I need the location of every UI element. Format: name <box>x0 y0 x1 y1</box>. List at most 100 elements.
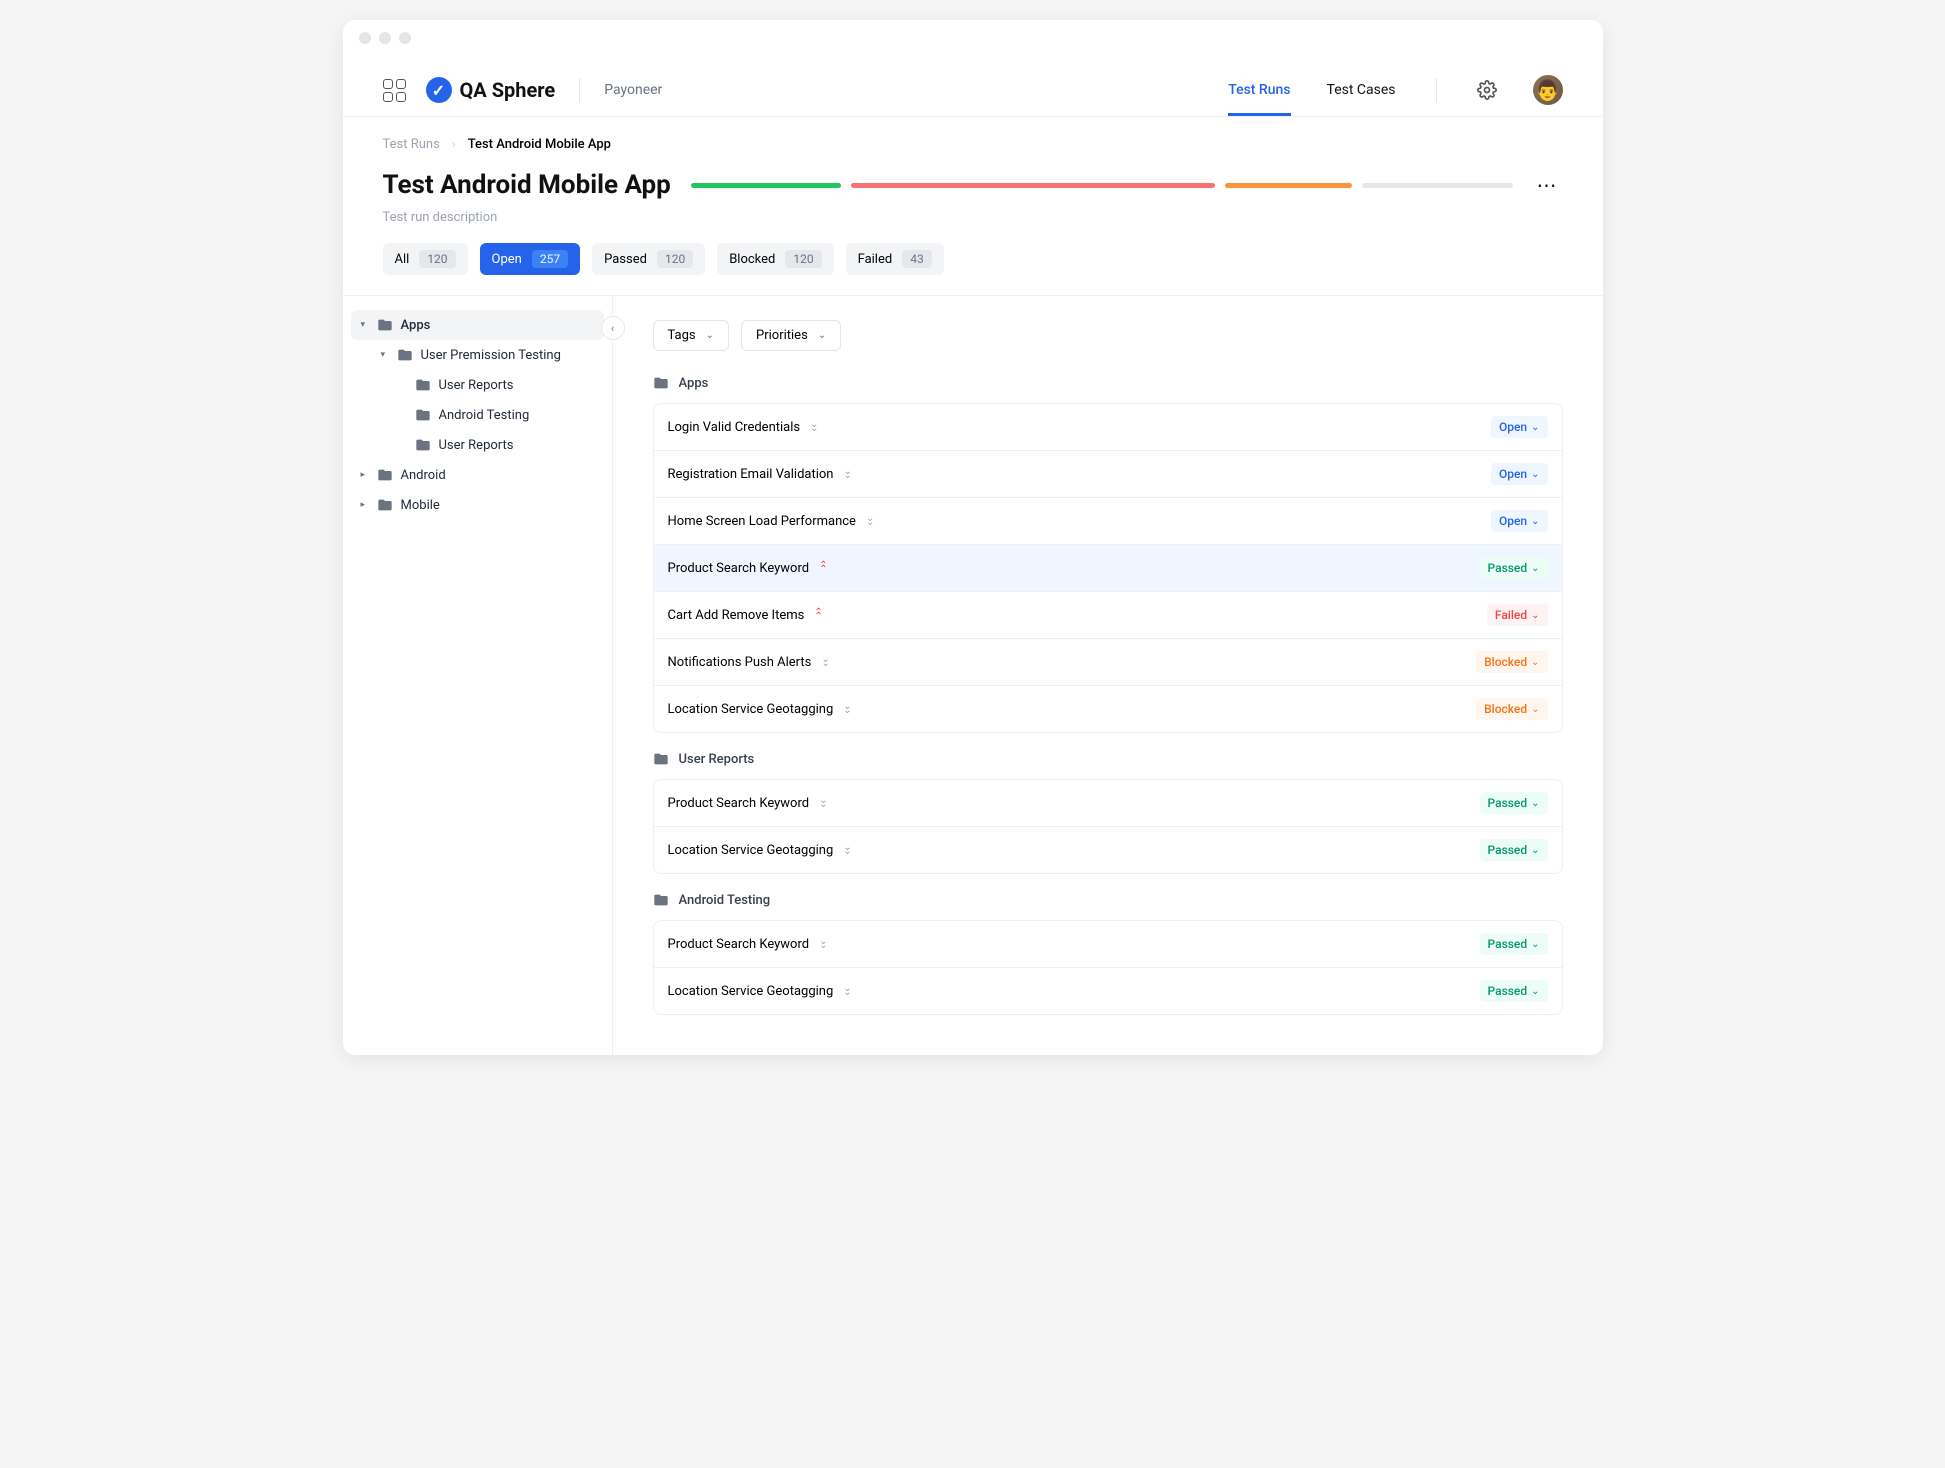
test-case-name: Location Service Geotagging <box>668 984 834 999</box>
status-badge[interactable]: Blocked ⌄ <box>1476 698 1547 720</box>
progress-bar <box>691 183 1513 188</box>
sidebar-collapse-button[interactable]: ‹ <box>601 316 625 340</box>
status-badge[interactable]: Passed⌄ <box>1480 557 1548 579</box>
priority-high-icon: ⌃⌃ <box>814 611 822 619</box>
window-titlebar <box>343 20 1603 56</box>
test-case-row[interactable]: Location Service Geotagging⌄⌄Passed⌄ <box>654 968 1562 1014</box>
tree-item[interactable]: ▾User Premission Testing <box>351 340 604 370</box>
test-case-row[interactable]: Product Search Keyword ⌄⌄ Passed⌄ <box>654 780 1562 827</box>
folder-icon <box>377 467 393 483</box>
test-case-row[interactable]: Product Search Keyword⌃⌃Passed⌄ <box>654 545 1562 592</box>
chevron-down-icon: ⌄ <box>1531 422 1539 433</box>
status-label: Blocked <box>1484 702 1527 716</box>
settings-button[interactable] <box>1477 80 1497 100</box>
more-icon[interactable]: ⋯ <box>1533 173 1563 197</box>
test-case-name: Cart Add Remove Items <box>668 608 805 623</box>
tree-item[interactable]: User Reports <box>351 430 604 460</box>
breadcrumb-item[interactable]: Test Runs <box>383 137 440 152</box>
tags-filter[interactable]: Tags ⌄ <box>653 320 730 351</box>
chevron-down-icon: ⌄ <box>1531 469 1539 480</box>
test-case-row[interactable]: Location Service Geotagging⌄⌄Blocked⌄ <box>654 686 1562 732</box>
nav-tab-test-runs[interactable]: Test Runs <box>1228 64 1290 116</box>
chevron-down-icon: ⌄ <box>1531 657 1539 668</box>
test-case-name: Location Service Geotagging <box>668 702 834 717</box>
status-badge[interactable]: Open ⌄ <box>1491 416 1548 438</box>
status-badge[interactable]: Blocked⌄ <box>1476 651 1547 673</box>
priorities-filter[interactable]: Priorities ⌄ <box>741 320 841 351</box>
test-case-list: Login Valid Credentials⌄⌄Open⌄Registrati… <box>653 403 1563 733</box>
app-header: QA Sphere Payoneer Test Runs Test Cases <box>343 56 1603 117</box>
header-divider <box>1436 78 1437 102</box>
filter-failed[interactable]: Failed43 <box>846 243 944 275</box>
traffic-light-min[interactable] <box>379 32 391 44</box>
tree-item[interactable]: ▾Apps <box>351 310 604 340</box>
progress-segment <box>851 183 1215 188</box>
test-case-row[interactable]: Notifications Push Alerts⌄⌄Blocked⌄ <box>654 639 1562 686</box>
status-badge[interactable]: Passed⌄ <box>1480 839 1548 861</box>
chevron-down-icon: ⌄ <box>1531 845 1539 856</box>
filter-count: 120 <box>657 250 693 268</box>
test-case-row[interactable]: Login Valid Credentials⌄⌄Open⌄ <box>654 404 1562 451</box>
apps-icon[interactable] <box>383 79 406 102</box>
status-badge[interactable]: Failed⌄ <box>1487 604 1548 626</box>
breadcrumb: Test Runs › Test Android Mobile App <box>343 117 1603 162</box>
status-label: Open <box>1499 514 1527 528</box>
breadcrumb-item: Test Android Mobile App <box>468 137 611 152</box>
filter-blocked[interactable]: Blocked 120 <box>717 243 833 275</box>
tree-caret-icon: ▾ <box>381 350 389 360</box>
status-label: Open <box>1499 420 1527 434</box>
test-case-row[interactable]: Cart Add Remove Items ⌃⌃ Failed⌄ <box>654 592 1562 639</box>
traffic-light-close[interactable] <box>359 32 371 44</box>
test-case-list: Product Search Keyword ⌄⌄ Passed⌄ Location … <box>653 779 1563 874</box>
test-case-name: Login Valid Credentials <box>668 420 801 435</box>
filter-count: 120 <box>785 250 821 268</box>
priority-low-icon: ⌄⌄ <box>843 470 851 478</box>
chevron-down-icon: ⌄ <box>1531 516 1539 527</box>
priority-low-icon: ⌄⌄ <box>819 799 827 807</box>
tree-item[interactable]: Android Testing <box>351 400 604 430</box>
avatar[interactable] <box>1533 75 1563 105</box>
chevron-right-icon: › <box>452 137 456 152</box>
status-label: Failed <box>1495 608 1527 622</box>
tree-item[interactable]: User Reports <box>351 370 604 400</box>
status-badge[interactable]: Passed⌄ <box>1480 792 1548 814</box>
traffic-light-max[interactable] <box>399 32 411 44</box>
filter-open[interactable]: Open257 <box>480 243 581 275</box>
folder-icon <box>415 407 431 423</box>
test-case-name: Product Search Keyword <box>668 796 810 811</box>
status-badge[interactable]: Passed⌄ <box>1480 980 1548 1002</box>
logo-mark-icon <box>426 77 452 103</box>
tree-item[interactable]: ▸Android <box>351 460 604 490</box>
chevron-down-icon: ⌄ <box>706 330 714 341</box>
folder-icon <box>377 497 393 513</box>
chevron-down-icon: ⌄ <box>1531 939 1539 950</box>
test-case-row[interactable]: Location Service Geotagging⌄⌄Passed⌄ <box>654 827 1562 873</box>
test-case-row[interactable]: Registration Email Validation⌄⌄Open⌄ <box>654 451 1562 498</box>
test-case-row[interactable]: Home Screen Load Performance⌄⌄Open⌄ <box>654 498 1562 545</box>
section-title: User Reports <box>679 752 755 767</box>
project-name[interactable]: Payoneer <box>604 82 662 98</box>
status-badge[interactable]: Open ⌄ <box>1491 510 1548 532</box>
status-filters: All120 Open257 Passed120 Blocked 120 Failed43 <box>343 243 1603 295</box>
priority-low-icon: ⌄⌄ <box>866 517 874 525</box>
nav-tab-test-cases[interactable]: Test Cases <box>1327 64 1396 116</box>
status-badge[interactable]: Passed⌄ <box>1480 933 1548 955</box>
test-case-name: Location Service Geotagging <box>668 843 834 858</box>
folder-icon <box>397 347 413 363</box>
filter-label: Blocked <box>729 252 775 267</box>
main-content: Tags ⌄ Priorities ⌄ AppsLogin Valid Cred… <box>613 296 1603 1055</box>
tree-item-label: User Reports <box>439 438 514 453</box>
filter-label: Failed <box>858 252 893 267</box>
test-case-row[interactable]: Product Search Keyword⌄⌄Passed⌄ <box>654 921 1562 968</box>
brand-name: QA Sphere <box>460 78 556 102</box>
test-case-name: Product Search Keyword <box>668 937 810 952</box>
tree-item[interactable]: ▸Mobile <box>351 490 604 520</box>
brand-logo[interactable]: QA Sphere <box>426 77 556 103</box>
section-title: Android Testing <box>679 893 771 908</box>
status-label: Passed <box>1488 937 1528 951</box>
header-divider <box>579 78 580 102</box>
chevron-down-icon: ⌄ <box>1531 704 1539 715</box>
filter-passed[interactable]: Passed120 <box>592 243 705 275</box>
status-badge[interactable]: Open⌄ <box>1491 463 1548 485</box>
filter-all[interactable]: All120 <box>383 243 468 275</box>
